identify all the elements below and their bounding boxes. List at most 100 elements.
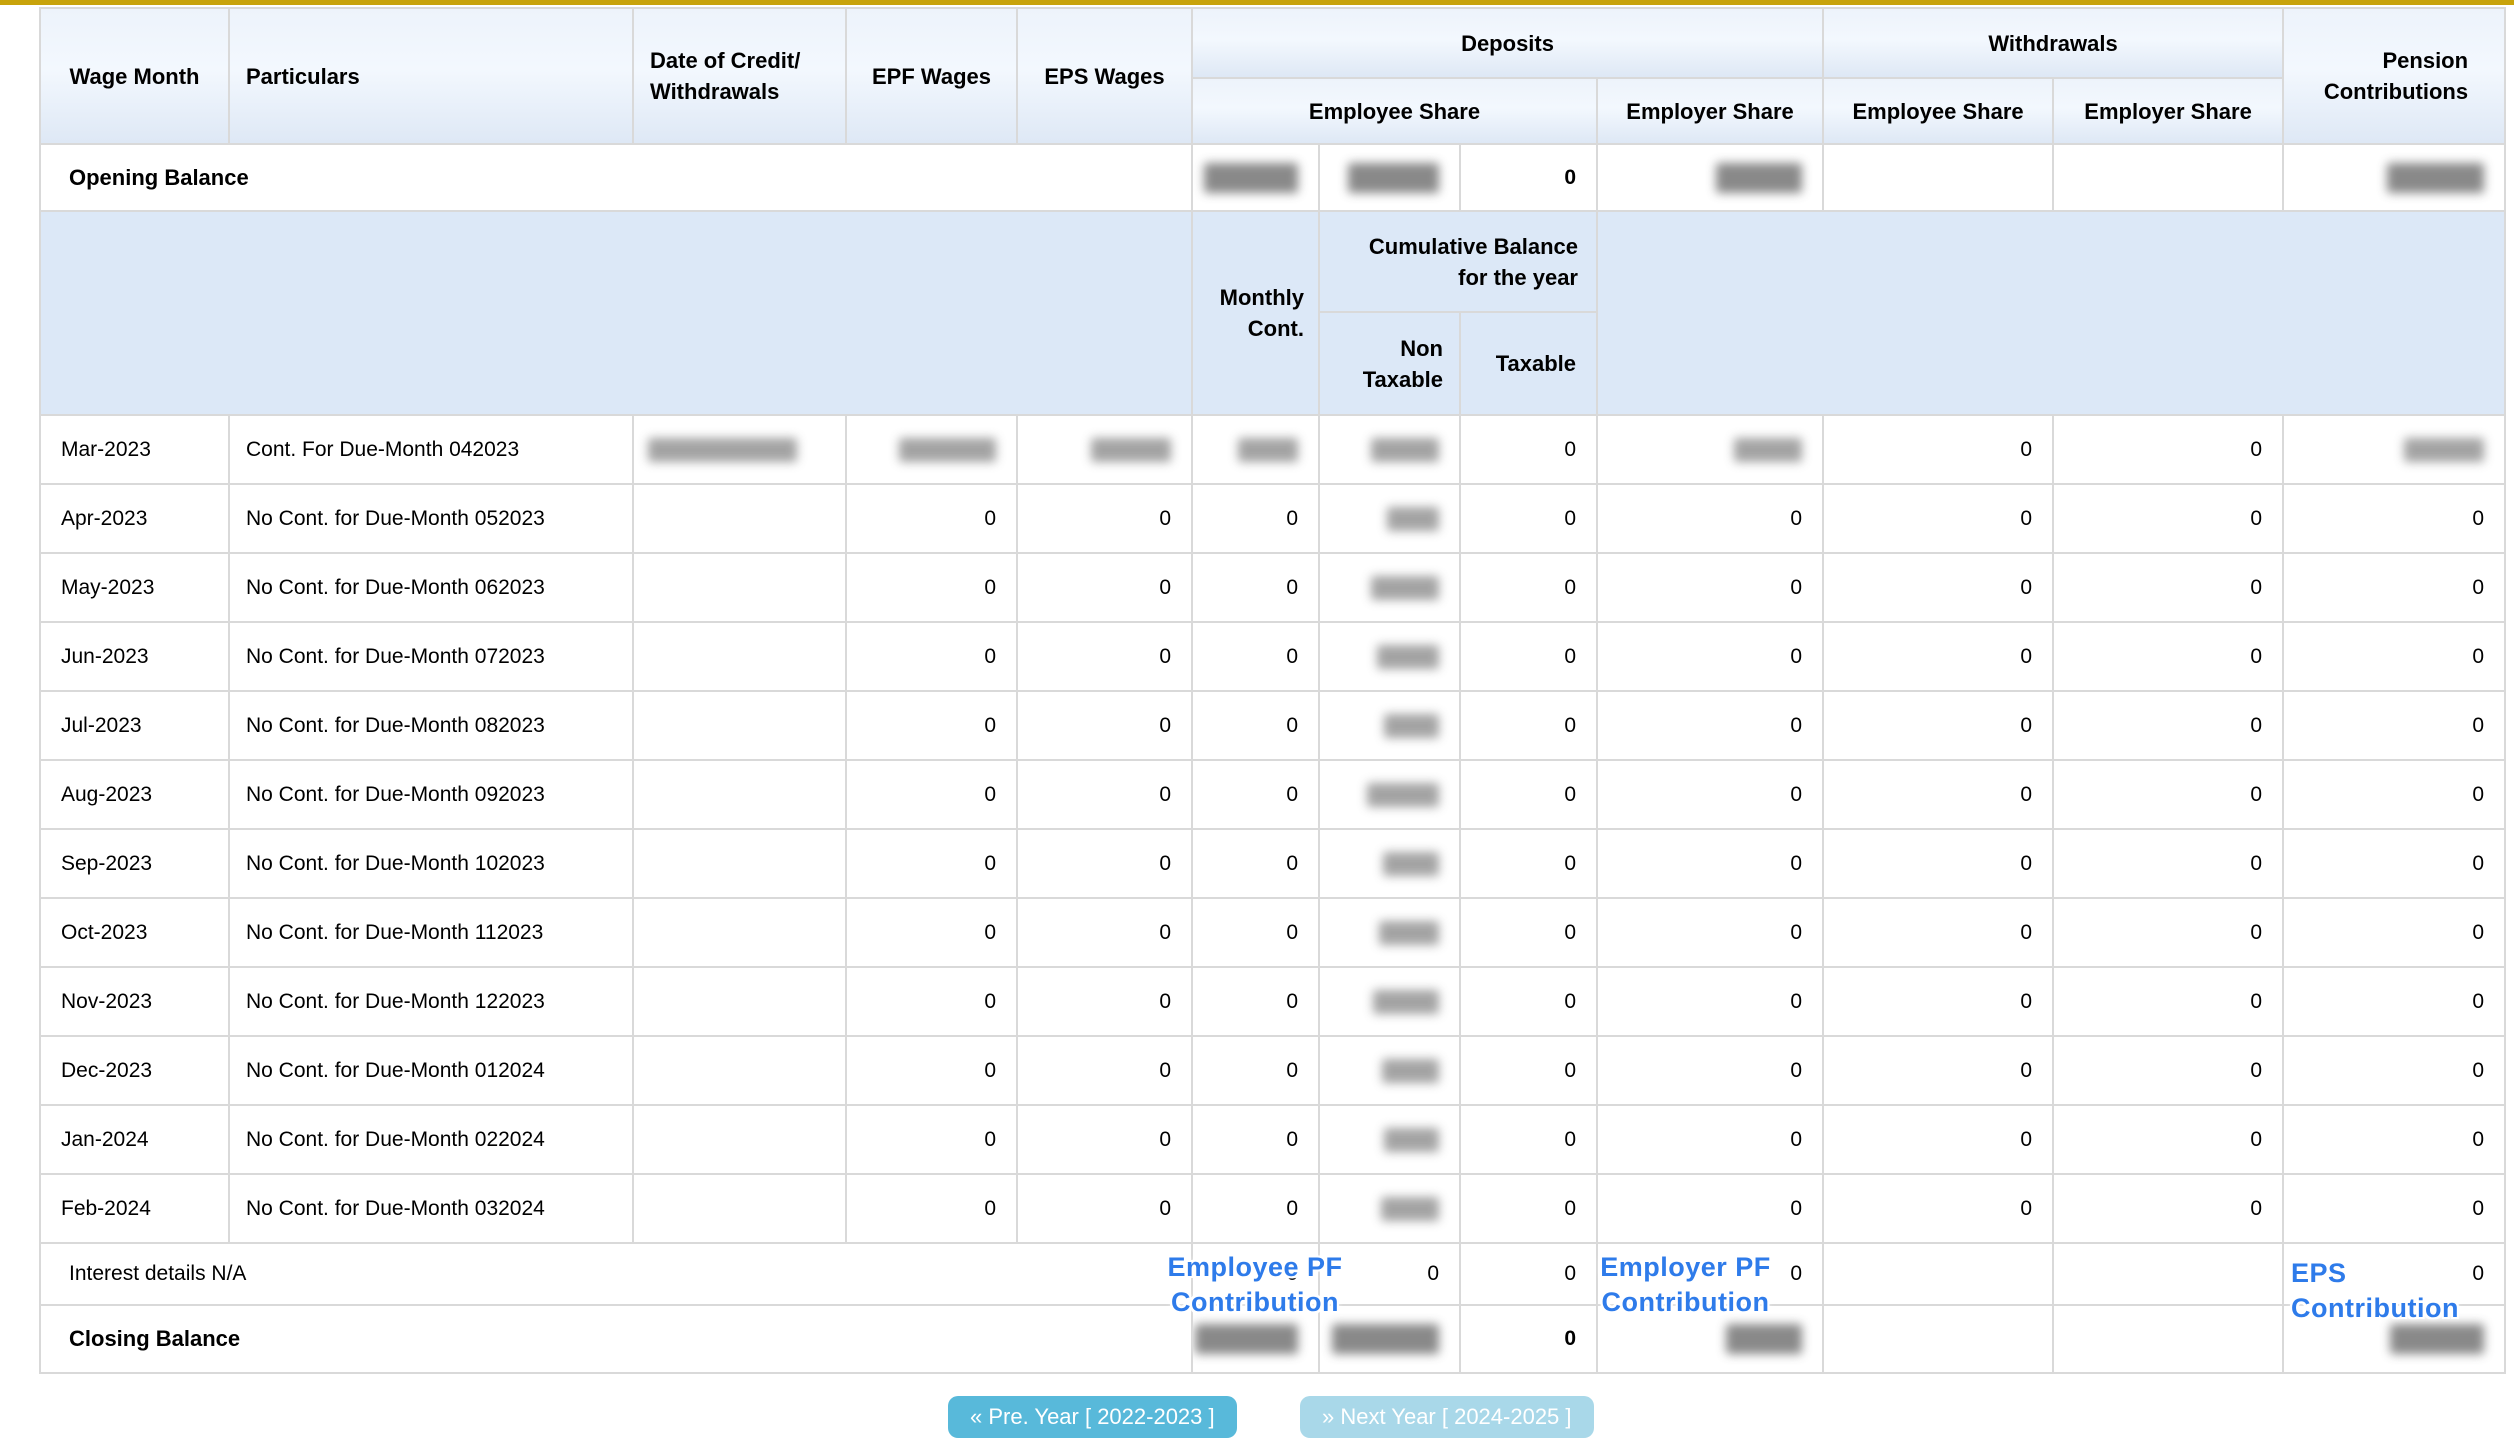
cell-eps-wages: [1017, 415, 1192, 484]
cell-monthly-cont: 0: [1192, 1036, 1319, 1105]
cell-date-of-credit: [633, 1036, 846, 1105]
cell-epf-wages: 0: [846, 553, 1017, 622]
cell-pension-contributions: 0: [2283, 622, 2505, 691]
cell-pension-contributions: 0: [2283, 967, 2505, 1036]
cell-non-taxable: [1319, 691, 1460, 760]
redacted-value: [1384, 1128, 1439, 1152]
cell-withdrawal-employee-share: 0: [1823, 484, 2053, 553]
month-row: Aug-2023No Cont. for Due-Month 092023000…: [40, 760, 2505, 829]
cell-non-taxable: [1319, 1036, 1460, 1105]
cell-withdrawal-employee-share: 0: [1823, 967, 2053, 1036]
cell-pension-contributions: 0: [2283, 1243, 2505, 1305]
sub-header-non-taxable: NonTaxable: [1319, 312, 1460, 415]
cell-non-taxable: [1319, 829, 1460, 898]
cell-withdrawal-employee-share: 0: [1823, 829, 2053, 898]
cell-particulars: No Cont. for Due-Month 112023: [229, 898, 633, 967]
cell-monthly-cont: 0: [1192, 622, 1319, 691]
cell-withdrawal-employee-share: 0: [1823, 691, 2053, 760]
cell-date-of-credit: [633, 415, 846, 484]
cell-deposit-employer-share: 0: [1597, 553, 1823, 622]
redacted-value: [1091, 438, 1171, 462]
cell-non-taxable: [1319, 760, 1460, 829]
cell-taxable: 0: [1460, 144, 1597, 211]
cell-eps-wages: 0: [1017, 553, 1192, 622]
cell-pension-contributions: 0: [2283, 1036, 2505, 1105]
cell-eps-wages: 0: [1017, 967, 1192, 1036]
cell-withdrawal-employee-share: [1823, 1305, 2053, 1373]
prev-year-button[interactable]: « Pre. Year [ 2022-2023 ]: [948, 1396, 1237, 1438]
cell-deposit-employer-share: 0: [1597, 1243, 1823, 1305]
cell-non-taxable: [1319, 1174, 1460, 1243]
cell-monthly-cont: 0: [1192, 553, 1319, 622]
cell-date-of-credit: [633, 691, 846, 760]
cell-monthly-cont: 0: [1192, 1243, 1319, 1305]
cell-pension-contributions: 0: [2283, 691, 2505, 760]
cell-deposit-employer-share: 0: [1597, 967, 1823, 1036]
sub-header-taxable: Taxable: [1460, 312, 1597, 415]
cell-deposit-employer-share: 0: [1597, 1036, 1823, 1105]
cell-wage-month: Jun-2023: [40, 622, 229, 691]
cell-non-taxable: [1319, 1305, 1460, 1373]
cell-non-taxable: [1319, 1105, 1460, 1174]
sub-header-spacer-right: [1597, 211, 2505, 415]
cell-withdrawal-employer-share: 0: [2053, 1105, 2283, 1174]
sub-header-spacer-left: [40, 211, 1192, 415]
col-header-pension-contributions: PensionContributions: [2283, 8, 2505, 144]
cell-monthly-cont: 0: [1192, 691, 1319, 760]
next-year-button[interactable]: » Next Year [ 2024-2025 ]: [1300, 1396, 1594, 1438]
passbook-table: Wage Month Particulars Date of Credit/Wi…: [39, 7, 2506, 1374]
redacted-value: [1195, 1324, 1298, 1354]
cell-epf-wages: 0: [846, 898, 1017, 967]
redacted-value: [1716, 163, 1802, 193]
cell-date-of-credit: [633, 898, 846, 967]
cell-date-of-credit: [633, 967, 846, 1036]
closing-balance-row: Closing Balance 0: [40, 1305, 2505, 1373]
cell-withdrawal-employee-share: 0: [1823, 553, 2053, 622]
cell-particulars: No Cont. for Due-Month 102023: [229, 829, 633, 898]
cell-monthly-cont: 0: [1192, 484, 1319, 553]
col-group-withdrawals: Withdrawals: [1823, 8, 2283, 78]
redacted-value: [1204, 163, 1298, 193]
cell-epf-wages: 0: [846, 760, 1017, 829]
sub-header-row: MonthlyCont. Cumulative Balancefor the y…: [40, 211, 2505, 312]
month-row: Jun-2023No Cont. for Due-Month 072023000…: [40, 622, 2505, 691]
sub-header-cumulative-balance: Cumulative Balancefor the year: [1319, 211, 1597, 312]
cell-particulars: No Cont. for Due-Month 092023: [229, 760, 633, 829]
interest-details-label: Interest details N/A: [40, 1243, 1192, 1305]
top-gold-bar: [0, 0, 2514, 5]
month-row: Apr-2023No Cont. for Due-Month 052023000…: [40, 484, 2505, 553]
redacted-value: [1367, 783, 1439, 807]
cell-taxable: 0: [1460, 622, 1597, 691]
col-header-epf-wages: EPF Wages: [846, 8, 1017, 144]
cell-withdrawal-employer-share: 0: [2053, 1174, 2283, 1243]
cell-taxable: 0: [1460, 1305, 1597, 1373]
cell-date-of-credit: [633, 553, 846, 622]
month-row: Nov-2023No Cont. for Due-Month 122023000…: [40, 967, 2505, 1036]
cell-withdrawal-employer-share: 0: [2053, 484, 2283, 553]
cell-epf-wages: 0: [846, 967, 1017, 1036]
redacted-value: [899, 438, 996, 462]
cell-eps-wages: 0: [1017, 1036, 1192, 1105]
cell-wage-month: Aug-2023: [40, 760, 229, 829]
cell-wage-month: Sep-2023: [40, 829, 229, 898]
cell-particulars: No Cont. for Due-Month 122023: [229, 967, 633, 1036]
cell-taxable: 0: [1460, 829, 1597, 898]
cell-non-taxable: 0: [1319, 1243, 1460, 1305]
cell-particulars: No Cont. for Due-Month 022024: [229, 1105, 633, 1174]
cell-wage-month: Mar-2023: [40, 415, 229, 484]
cell-withdrawal-employer-share: [2053, 1243, 2283, 1305]
cell-eps-wages: 0: [1017, 1105, 1192, 1174]
cell-particulars: No Cont. for Due-Month 082023: [229, 691, 633, 760]
month-row: Feb-2024No Cont. for Due-Month 032024000…: [40, 1174, 2505, 1243]
cell-particulars: No Cont. for Due-Month 052023: [229, 484, 633, 553]
cell-date-of-credit: [633, 1174, 846, 1243]
cell-deposit-employer-share: [1597, 1305, 1823, 1373]
redacted-value: [1387, 507, 1439, 531]
cell-withdrawal-employer-share: 0: [2053, 622, 2283, 691]
cell-taxable: 0: [1460, 898, 1597, 967]
cell-eps-wages: 0: [1017, 760, 1192, 829]
cell-monthly-cont: [1192, 1305, 1319, 1373]
cell-date-of-credit: [633, 622, 846, 691]
cell-taxable: 0: [1460, 1174, 1597, 1243]
interest-row: Interest details N/A 0 0 0 0 0: [40, 1243, 2505, 1305]
